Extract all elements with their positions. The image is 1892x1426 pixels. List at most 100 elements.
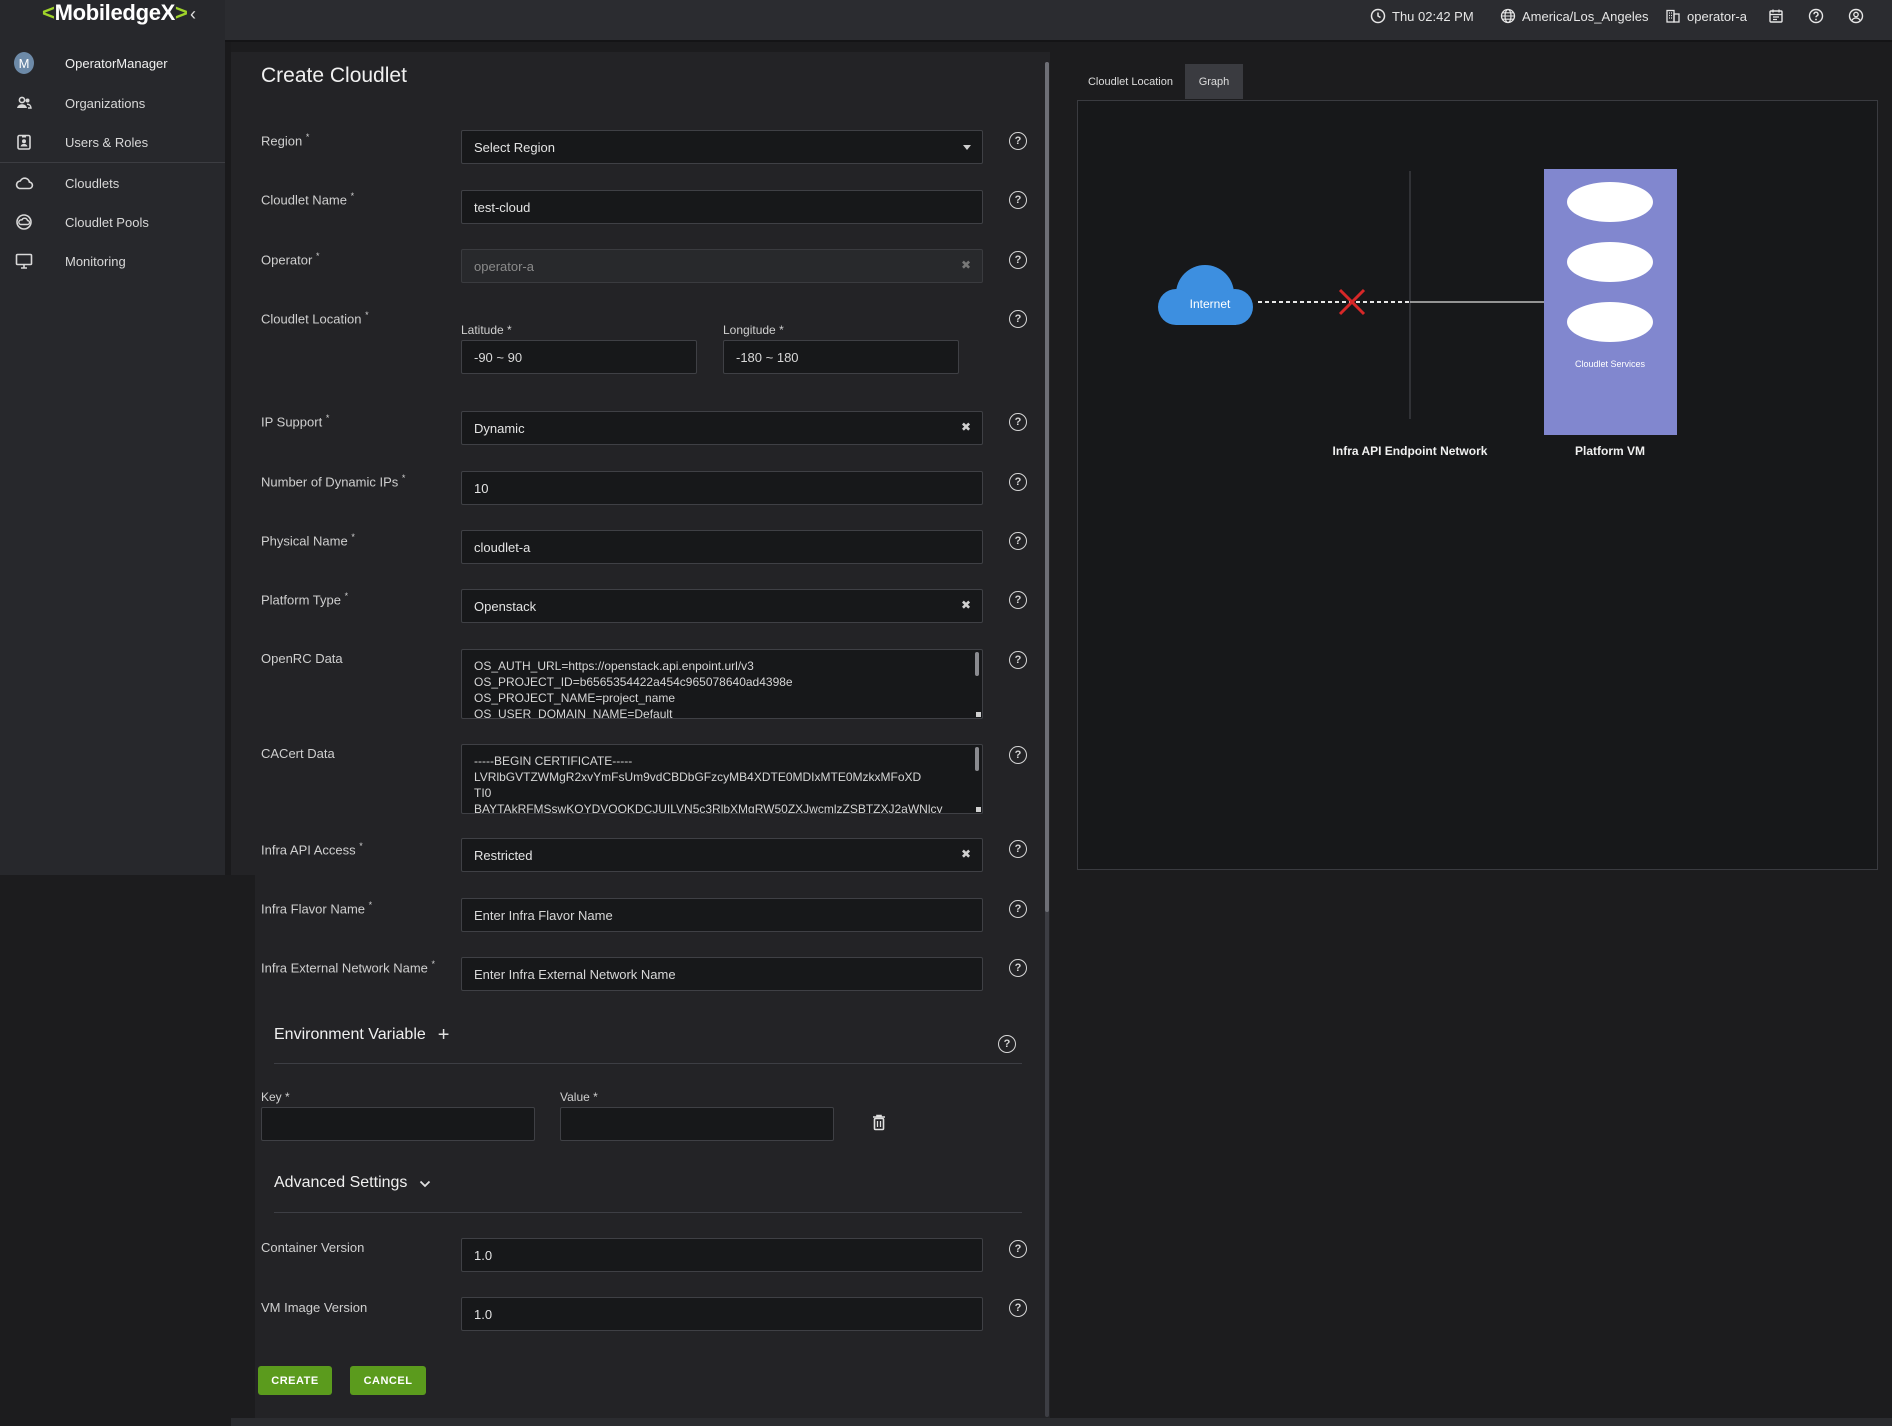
cloudlet-location-help-icon[interactable]: ? [1009,310,1027,328]
sidebar-item-cloudlet-pools[interactable]: Cloudlet Pools [0,204,225,240]
advanced-settings-header[interactable]: Advanced Settings [274,1174,431,1192]
vm-image-version-input[interactable]: 1.0 [461,1297,983,1331]
cancel-button[interactable]: CANCEL [350,1366,426,1395]
form-scrollbar-thumb[interactable] [1045,62,1049,912]
platform-type-value: Openstack [474,598,537,614]
ip-support-help-icon[interactable]: ? [1009,413,1027,431]
sidebar-item-label: Cloudlet Pools [65,214,149,230]
dynamic-ips-help-icon[interactable]: ? [1009,473,1027,491]
dynamic-ips-input[interactable]: 10 [461,471,983,505]
infra-api-access-select[interactable]: Restricted ✖ [461,838,983,872]
openrc-help-icon[interactable]: ? [1009,651,1027,669]
help-icon [1808,8,1824,24]
physical-name-input[interactable]: cloudlet-a [461,530,983,564]
clear-icon[interactable]: ✖ [961,420,971,434]
organization-text: operator-a [1687,8,1747,24]
cacert-textarea[interactable]: -----BEGIN CERTIFICATE----- LVRlbGVTZWMg… [461,744,983,814]
region-select[interactable]: Select Region [461,130,983,164]
infra-api-access-help-icon[interactable]: ? [1009,840,1027,858]
sidebar-item-users-roles[interactable]: Users & Roles [0,124,225,160]
create-button[interactable]: CREATE [258,1366,332,1395]
timezone-selector[interactable]: America/Los_Angeles [1500,8,1648,24]
internet-label: Internet [1190,297,1231,311]
mobiledgex-logo[interactable]: <MobiledgeX> [42,0,188,26]
container-version-help-icon[interactable]: ? [1009,1240,1027,1258]
platform-type-help-icon[interactable]: ? [1009,591,1027,609]
environment-variable-help-icon[interactable]: ? [998,1035,1016,1053]
tab-graph[interactable]: Graph [1185,64,1243,99]
clear-icon[interactable]: ✖ [961,847,971,861]
operator-label: Operator * [261,251,320,268]
cloudlet-name-help-icon[interactable]: ? [1009,191,1027,209]
form-scrollbar[interactable] [1045,62,1049,1417]
sidebar: M OperatorManager Organizations Users & … [0,42,225,875]
container-version-label: Container Version [261,1240,365,1255]
tab-cloudlet-location[interactable]: Cloudlet Location [1077,64,1184,99]
time-text: Thu 02:42 PM [1392,8,1474,24]
add-env-variable-icon[interactable]: + [438,1025,450,1045]
openrc-value: OS_AUTH_URL=https://openstack.api.enpoin… [474,659,793,719]
service-ellipse [1567,242,1653,282]
env-key-input[interactable] [261,1107,535,1141]
section-divider [274,1063,1022,1064]
sidebar-collapse-button[interactable]: ‹ [190,4,196,25]
physical-name-value: cloudlet-a [474,539,531,555]
operator-value: operator-a [474,258,534,274]
latitude-input[interactable]: -90 ~ 90 [461,340,697,374]
env-key-label: Key * [261,1090,290,1104]
sidebar-item-organizations[interactable]: Organizations [0,85,225,121]
cacert-value: -----BEGIN CERTIFICATE----- LVRlbGVTZWMg… [474,754,943,814]
openrc-textarea[interactable]: OS_AUTH_URL=https://openstack.api.enpoin… [461,649,983,719]
infra-flavor-help-icon[interactable]: ? [1009,900,1027,918]
textarea-scrollbar[interactable] [975,652,979,676]
infra-external-network-help-icon[interactable]: ? [1009,959,1027,977]
infra-api-access-value: Restricted [474,847,533,863]
cloudlet-name-label: Cloudlet Name * [261,191,355,208]
vm-image-version-help-icon[interactable]: ? [1009,1299,1027,1317]
clear-icon[interactable]: ✖ [961,598,971,612]
textarea-scrollbar[interactable] [975,747,979,771]
sidebar-item-cloudlets[interactable]: Cloudlets [0,165,225,201]
longitude-label: Longitude * [723,323,784,337]
infra-external-network-input[interactable]: Enter Infra External Network Name [461,957,983,991]
region-help-icon[interactable]: ? [1009,132,1027,150]
environment-variable-title: Environment Variable [274,1026,426,1043]
help-button[interactable] [1808,8,1824,24]
account-button[interactable] [1848,8,1864,24]
vm-image-version-label: VM Image Version [261,1300,368,1315]
sidebar-user[interactable]: M OperatorManager [0,45,225,81]
page-title: Create Cloudlet [261,64,407,87]
service-ellipse [1567,302,1653,342]
vm-image-version-value: 1.0 [474,1306,493,1322]
resize-handle[interactable] [976,807,981,812]
chevron-down-icon[interactable] [419,1176,431,1191]
building-icon [1666,9,1680,23]
platform-type-select[interactable]: Openstack ✖ [461,589,983,623]
physical-name-help-icon[interactable]: ? [1009,532,1027,550]
container-version-value: 1.0 [474,1247,493,1263]
avatar: M [14,52,34,74]
cloudlet-name-input[interactable]: test-cloud [461,190,983,224]
empty-area-lower [0,875,255,1426]
cacert-help-icon[interactable]: ? [1009,746,1027,764]
calendar-button[interactable] [1768,8,1784,24]
brand-bar: <MobiledgeX> ‹ [0,0,225,42]
platform-type-label: Platform Type * [261,591,349,608]
operator-help-icon[interactable]: ? [1009,251,1027,269]
region-select-placeholder: Select Region [474,139,555,155]
sidebar-item-monitoring[interactable]: Monitoring [0,243,225,279]
env-value-input[interactable] [560,1107,834,1141]
infra-flavor-input[interactable]: Enter Infra Flavor Name [461,898,983,932]
organization-selector[interactable]: operator-a [1665,8,1747,24]
delete-icon[interactable] [872,1114,886,1131]
clock-icon [1370,8,1386,24]
chevron-down-icon [963,145,971,150]
ip-support-select[interactable]: Dynamic ✖ [461,411,983,445]
service-ellipse [1567,182,1653,222]
sidebar-item-label: Monitoring [65,253,126,269]
resize-handle[interactable] [976,712,981,717]
longitude-input[interactable]: -180 ~ 180 [723,340,959,374]
sidebar-item-label: Cloudlets [65,175,120,191]
bottom-bar [231,1418,1892,1426]
container-version-input[interactable]: 1.0 [461,1238,983,1272]
